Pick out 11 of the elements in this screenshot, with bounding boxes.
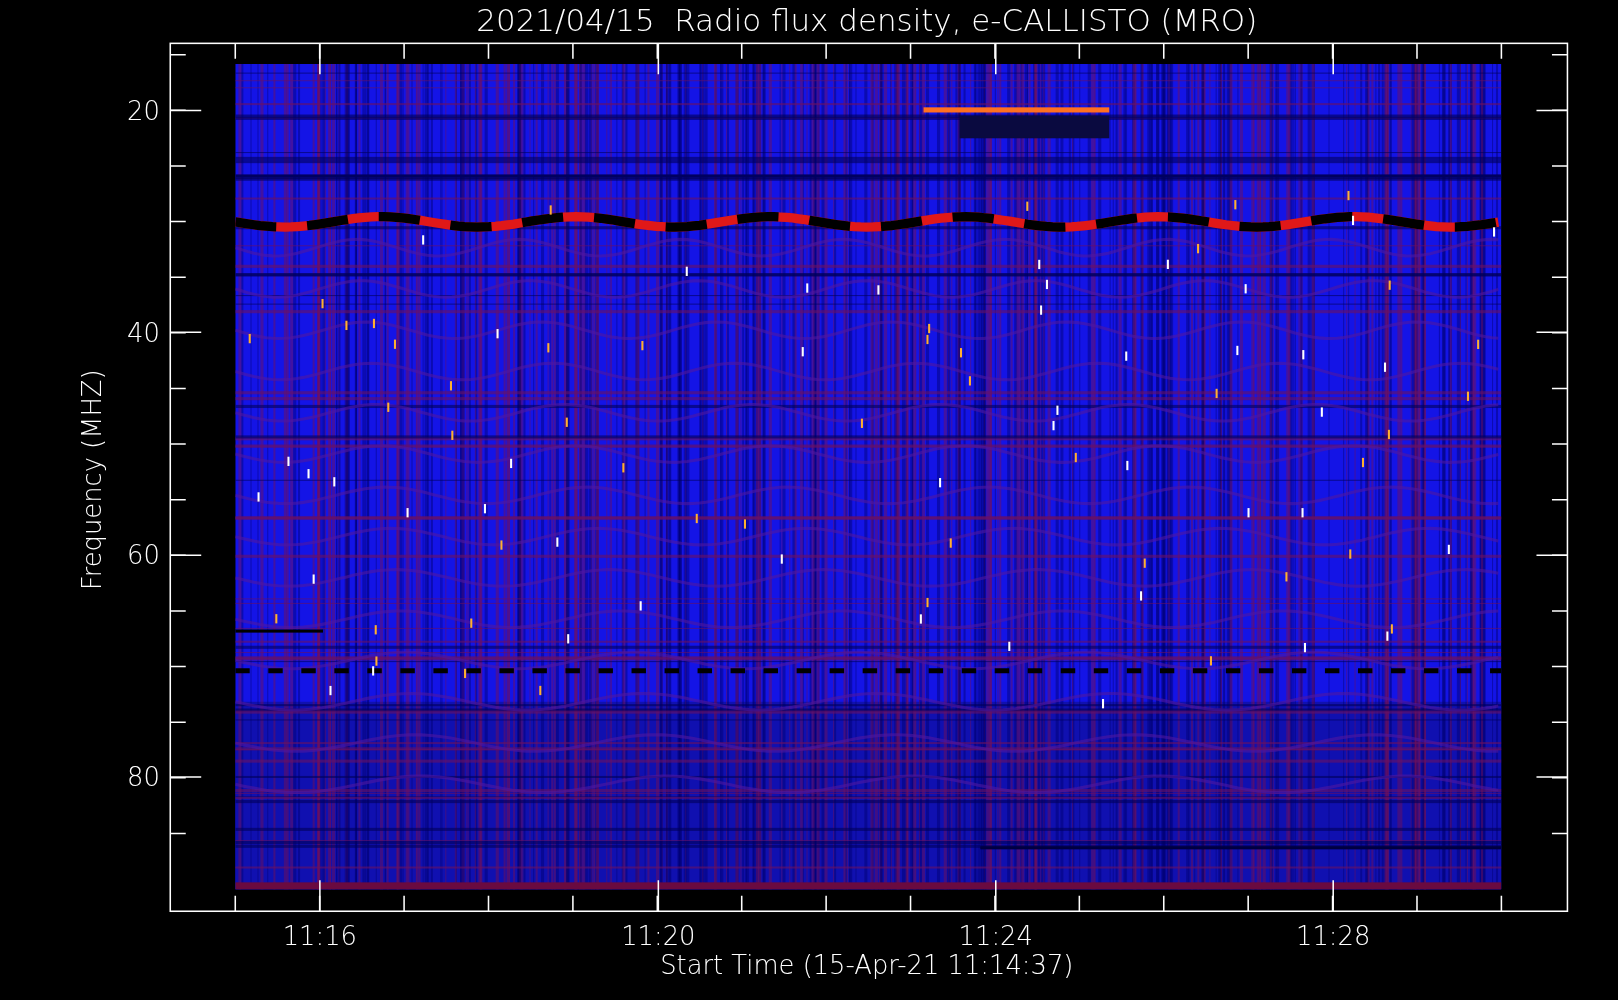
- y-tick-label: 20: [127, 95, 160, 126]
- y-axis-title: Frequency (MHZ): [77, 369, 108, 591]
- plot-title: 2021/04/15 Radio flux density, e-CALLISTO (MRO): [476, 1, 1258, 38]
- x-tick-label: 11:24: [958, 921, 1033, 952]
- x-axis-title: Start Time (15-Apr-21 11:14:37): [660, 950, 1074, 981]
- x-tick-label: 11:28: [1296, 921, 1371, 952]
- y-tick-label: 80: [127, 762, 160, 793]
- x-tick-label: 11:16: [282, 921, 358, 952]
- x-tick-label: 11:20: [621, 921, 696, 952]
- y-tick-label: 60: [127, 540, 160, 571]
- y-tick-label: 40: [127, 317, 160, 348]
